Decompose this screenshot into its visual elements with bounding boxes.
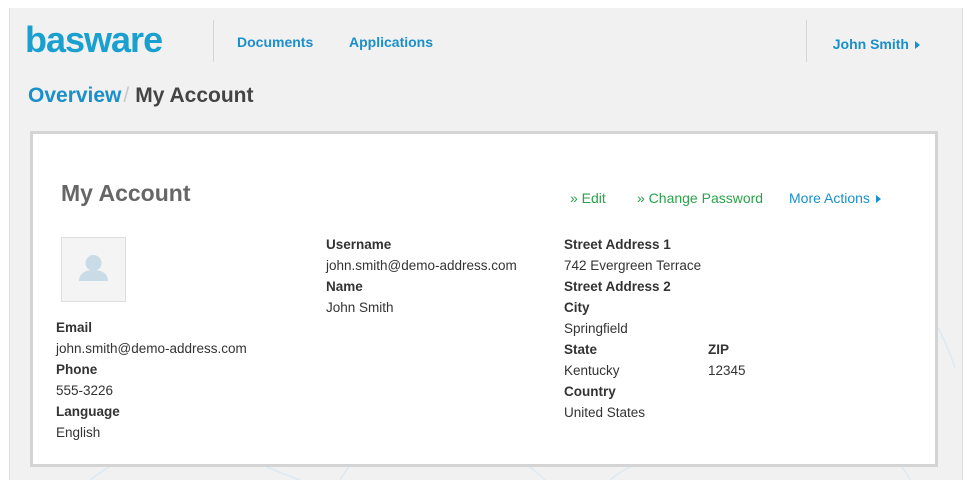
nav-divider <box>213 20 214 62</box>
language-label: Language <box>56 404 120 419</box>
more-actions-link[interactable]: More Actions <box>789 190 881 206</box>
phone-label: Phone <box>56 362 98 377</box>
country-label: Country <box>564 384 616 399</box>
user-name: John Smith <box>832 36 909 52</box>
state-value: Kentucky <box>564 363 620 378</box>
app-frame: basware Documents Applications John Smit… <box>9 8 963 480</box>
country-value: United States <box>564 405 646 420</box>
zip-value: 12345 <box>708 363 746 378</box>
breadcrumb-current: My Account <box>135 84 254 107</box>
breadcrumb-overview-link[interactable]: Overview <box>28 84 121 107</box>
change-password-link[interactable]: » Change Password <box>637 190 763 206</box>
language-value: English <box>56 425 101 440</box>
state-label: State <box>564 342 598 357</box>
user-silhouette-icon <box>79 255 108 281</box>
nav-applications[interactable]: Applications <box>349 34 433 50</box>
street-address-1-label: Street Address 1 <box>564 237 671 252</box>
city-label: City <box>564 300 590 315</box>
account-card: My Account » Edit » Change Password More… <box>30 131 938 467</box>
username-value: john.smith@demo-address.com <box>326 258 517 273</box>
breadcrumb-separator: / <box>123 84 130 107</box>
edit-link[interactable]: » Edit <box>570 190 606 206</box>
breadcrumb: Overview/My Account <box>28 84 253 108</box>
phone-value: 555-3226 <box>56 383 114 398</box>
top-navigation-bar: basware Documents Applications John Smit… <box>10 8 962 78</box>
street-address-1-value: 742 Evergreen Terrace <box>564 258 702 273</box>
username-label: Username <box>326 237 392 252</box>
basware-logo[interactable]: basware <box>25 20 163 60</box>
user-divider <box>806 20 807 62</box>
email-value: john.smith@demo-address.com <box>56 341 247 356</box>
user-menu[interactable]: John Smith <box>833 36 920 52</box>
page-title: My Account <box>61 180 191 206</box>
street-address-2-label: Street Address 2 <box>564 279 671 294</box>
name-value: John Smith <box>326 300 394 315</box>
caret-right-icon <box>875 195 881 204</box>
avatar <box>61 237 126 302</box>
caret-right-icon <box>915 41 920 50</box>
email-label: Email <box>56 320 93 335</box>
nav-documents[interactable]: Documents <box>237 34 313 50</box>
name-label: Name <box>326 279 363 294</box>
city-value: Springfield <box>564 321 628 336</box>
more-actions-label: More Actions <box>789 190 870 206</box>
zip-label: ZIP <box>708 342 730 357</box>
